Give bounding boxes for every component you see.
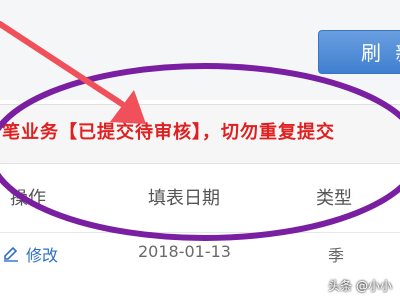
- row-date: 2018-01-13: [138, 242, 231, 261]
- app-screenshot: 刷 新 笔业务【已提交待审核】，切勿重复提交 操作 填表日期 类型 修改 201…: [0, 0, 400, 300]
- column-header-actions: 操作: [10, 188, 46, 209]
- pencil-icon: [2, 245, 20, 263]
- watermark: 头条 @小小: [328, 279, 392, 293]
- refresh-button[interactable]: 刷 新: [318, 30, 400, 74]
- edit-link[interactable]: 修改: [2, 242, 58, 266]
- column-header-type: 类型: [316, 188, 352, 209]
- row-type: 季: [328, 246, 345, 265]
- edit-link-label: 修改: [26, 246, 59, 265]
- status-notice: 笔业务【已提交待审核】，切勿重复提交: [2, 122, 335, 143]
- column-header-date: 填表日期: [148, 188, 220, 209]
